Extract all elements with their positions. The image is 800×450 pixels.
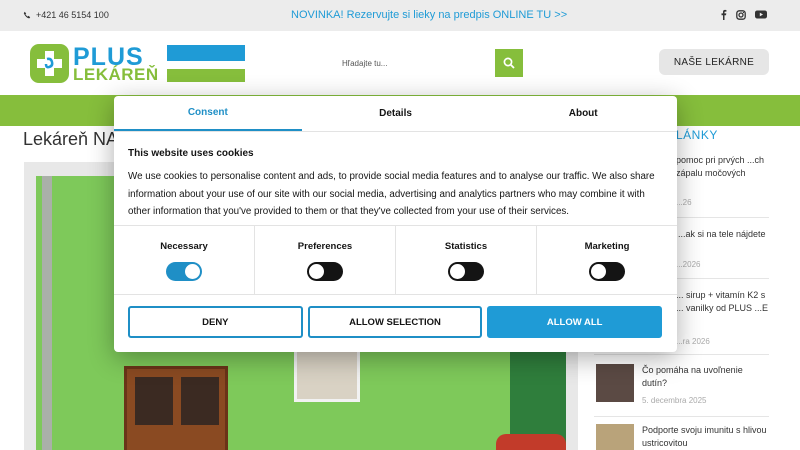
- article-title[interactable]: ... sirup + vitamín K2 s ... vanilky od …: [676, 289, 769, 315]
- logo-blue-bar: [167, 45, 245, 61]
- dialog-body: This website uses cookies We use cookies…: [128, 148, 663, 221]
- toggle-necessary: Necessary: [114, 226, 255, 294]
- toggle-preferences: Preferences: [255, 226, 396, 294]
- phone-info[interactable]: +421 46 5154 100: [23, 10, 109, 20]
- cookie-consent-dialog: Consent Details About This website uses …: [114, 96, 677, 352]
- phone-number: +421 46 5154 100: [36, 10, 109, 20]
- cookie-toggles: Necessary Preferences Statistics Marketi…: [114, 225, 677, 295]
- search-input[interactable]: [333, 49, 495, 77]
- article-title[interactable]: pomoc pri prvých ...ch zápalu močových: [676, 154, 769, 180]
- facebook-icon[interactable]: [720, 9, 727, 20]
- allow-selection-button[interactable]: ALLOW SELECTION: [307, 306, 483, 338]
- deny-button[interactable]: DENY: [128, 306, 303, 338]
- article-thumbnail[interactable]: [596, 424, 634, 450]
- tab-details[interactable]: Details: [302, 96, 490, 131]
- youtube-icon[interactable]: [755, 10, 767, 19]
- toggle-marketing: Marketing: [537, 226, 677, 294]
- logo-text-lekaren: LEKÁREŇ: [73, 65, 159, 84]
- dialog-heading: This website uses cookies: [128, 148, 254, 159]
- article-title[interactable]: ...ak si na tele nájdete: [678, 228, 769, 241]
- plus-lekaren-logo[interactable]: PLUS LEKÁREŇ: [30, 43, 245, 84]
- article-date: ...2026: [676, 260, 701, 269]
- search-icon: [503, 57, 515, 69]
- article-title[interactable]: Podporte svoju imunitu s hlivou ustricov…: [642, 424, 769, 450]
- dialog-tabs: Consent Details About: [114, 96, 677, 132]
- toggle-statistics: Statistics: [396, 226, 537, 294]
- top-bar: +421 46 5154 100 NOVINKA! Rezervujte si …: [0, 0, 800, 31]
- toggle-label: Necessary: [160, 241, 208, 252]
- dialog-buttons: DENY ALLOW SELECTION ALLOW ALL: [128, 306, 663, 338]
- tab-consent[interactable]: Consent: [114, 96, 302, 131]
- list-item[interactable]: Podporte svoju imunitu s hlivou ustricov…: [594, 417, 769, 450]
- phone-icon: [23, 11, 31, 19]
- article-date: 5. decembra 2025: [642, 396, 707, 405]
- search-box: [333, 49, 523, 77]
- marketing-switch[interactable]: [589, 262, 625, 281]
- statistics-switch[interactable]: [448, 262, 484, 281]
- tab-about[interactable]: About: [489, 96, 677, 131]
- logo-cross-icon: [30, 44, 69, 83]
- allow-all-button[interactable]: ALLOW ALL: [487, 306, 663, 338]
- dialog-text: We use cookies to personalise content an…: [128, 171, 655, 217]
- toggle-label: Statistics: [444, 241, 488, 252]
- article-date: ...26: [676, 198, 692, 207]
- toggle-label: Marketing: [584, 241, 630, 252]
- search-button[interactable]: [495, 49, 523, 77]
- site-header: PLUS LEKÁREŇ NAŠE LEKÁRNE: [0, 31, 800, 95]
- article-thumbnail[interactable]: [596, 364, 634, 402]
- social-links: [720, 9, 767, 20]
- instagram-icon[interactable]: [736, 9, 746, 20]
- sidebar-heading: LÁNKY: [676, 128, 718, 142]
- page-title: Lekáreň NA: [23, 129, 118, 149]
- our-pharmacies-button[interactable]: NAŠE LEKÁRNE: [659, 49, 769, 75]
- preferences-switch[interactable]: [307, 262, 343, 281]
- toggle-label: Preferences: [297, 241, 353, 252]
- logo-green-bar: [167, 69, 245, 82]
- necessary-switch[interactable]: [166, 262, 202, 281]
- promo-link[interactable]: NOVINKA! Rezervujte si lieky na predpis …: [291, 9, 567, 21]
- list-item[interactable]: Čo pomáha na uvoľnenie dutín? 5. decembr…: [594, 355, 769, 417]
- article-title[interactable]: Čo pomáha na uvoľnenie dutín?: [642, 364, 769, 390]
- article-date: ...ra 2026: [676, 337, 710, 346]
